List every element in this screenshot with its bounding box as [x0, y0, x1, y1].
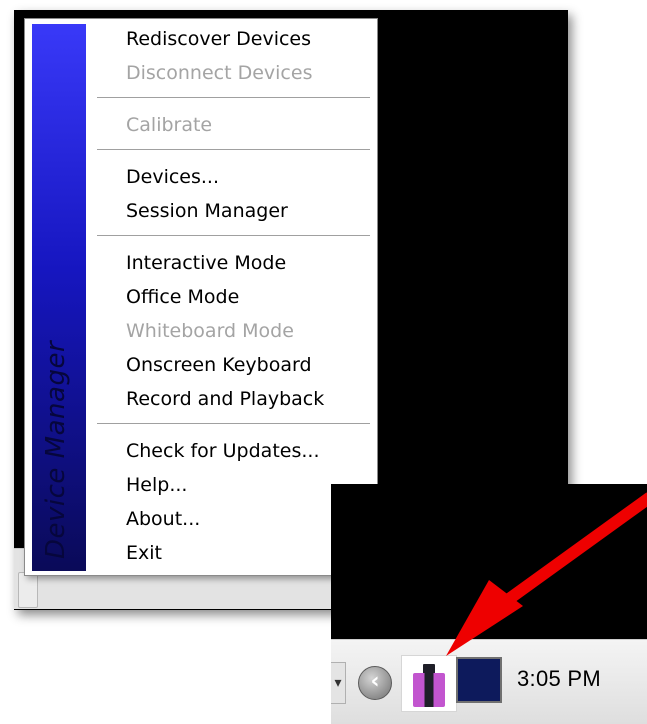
square-app-icon[interactable]: [456, 657, 502, 703]
menu-sidebar-banner: Device Manager: [32, 24, 86, 571]
menu-item-rediscover-devices[interactable]: Rediscover Devices: [126, 22, 311, 56]
menu-item-interactive-mode[interactable]: Interactive Mode: [126, 246, 286, 280]
taskbar-clock[interactable]: 3:05 PM: [517, 666, 601, 692]
taskbar-tray-zoom-inset: ▾ ‹ 3:05 PM: [331, 484, 647, 724]
chevron-down-icon[interactable]: ▾: [331, 662, 346, 704]
menu-item-whiteboard-mode: Whiteboard Mode: [126, 320, 294, 342]
menu-sidebar-title: Device Manager: [41, 340, 71, 559]
background-taskbar-button[interactable]: [18, 572, 38, 608]
menu-separator: [97, 235, 370, 237]
expand-hidden-icons-icon[interactable]: ‹: [358, 666, 392, 700]
menu-item-help[interactable]: Help...: [126, 468, 187, 502]
menu-item-exit[interactable]: Exit: [126, 536, 162, 570]
menu-item-session-manager[interactable]: Session Manager: [126, 194, 288, 228]
menu-item-about[interactable]: About...: [126, 502, 200, 536]
menu-item-record-and-playback[interactable]: Record and Playback: [126, 382, 324, 416]
device-manager-context-menu: Device Manager Rediscover Devices Discon…: [24, 18, 378, 576]
menu-item-office-mode[interactable]: Office Mode: [126, 280, 239, 314]
system-tray: ▾ ‹ 3:05 PM: [331, 639, 647, 724]
menu-separator: [97, 149, 370, 151]
device-manager-tray-icon[interactable]: [401, 655, 457, 712]
menu-separator: [97, 97, 370, 99]
menu-item-onscreen-keyboard[interactable]: Onscreen Keyboard: [126, 348, 312, 382]
menu-item-calibrate: Calibrate: [126, 114, 213, 136]
menu-separator: [97, 423, 370, 425]
menu-item-disconnect-devices: Disconnect Devices: [126, 62, 313, 84]
menu-item-devices[interactable]: Devices...: [126, 160, 219, 194]
menu-item-check-for-updates[interactable]: Check for Updates...: [126, 434, 319, 468]
